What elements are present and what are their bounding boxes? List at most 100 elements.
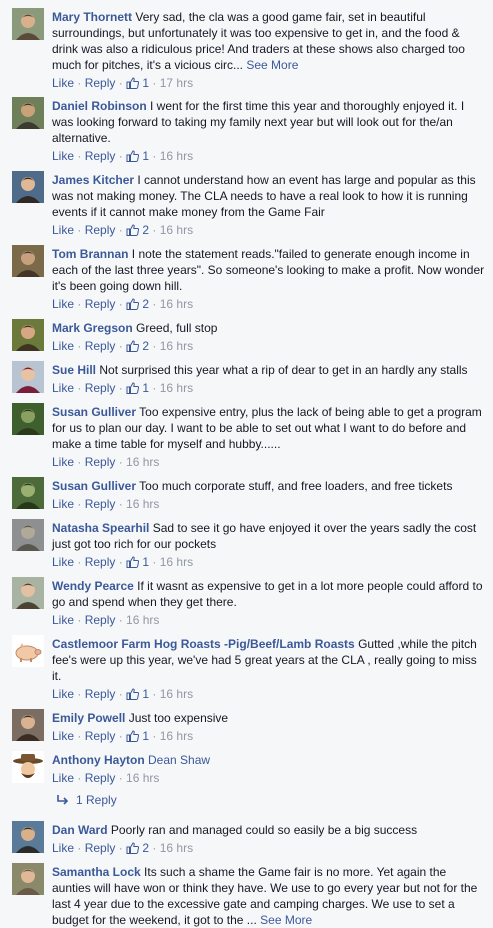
separator: · bbox=[115, 687, 127, 701]
like-button[interactable]: Like bbox=[52, 455, 74, 469]
thumbs-up-icon[interactable] bbox=[126, 150, 140, 162]
like-count[interactable]: 1 bbox=[139, 555, 149, 569]
avatar[interactable] bbox=[12, 751, 44, 783]
like-count[interactable]: 1 bbox=[139, 729, 149, 743]
commenter-name[interactable]: Castlemoor Farm Hog Roasts -Pig/Beef/Lam… bbox=[52, 637, 355, 651]
reply-button[interactable]: Reply bbox=[85, 729, 116, 743]
commenter-name[interactable]: Anthony Hayton bbox=[52, 753, 145, 767]
commenter-name[interactable]: Tom Brannan bbox=[52, 247, 128, 261]
avatar[interactable] bbox=[12, 577, 44, 609]
timestamp[interactable]: 16 hrs bbox=[126, 455, 159, 469]
avatar[interactable] bbox=[12, 477, 44, 509]
timestamp[interactable]: 16 hrs bbox=[160, 555, 193, 569]
commenter-name[interactable]: James Kitcher bbox=[52, 173, 134, 187]
like-count[interactable]: 1 bbox=[139, 687, 149, 701]
commenter-name[interactable]: Mary Thornett bbox=[52, 10, 132, 24]
like-count[interactable]: 2 bbox=[139, 223, 149, 237]
thumbs-up-icon[interactable] bbox=[126, 77, 140, 89]
reply-button[interactable]: Reply bbox=[85, 613, 116, 627]
replies-count-label[interactable]: 1 Reply bbox=[76, 793, 117, 807]
reply-button[interactable]: Reply bbox=[85, 771, 116, 785]
like-button[interactable]: Like bbox=[52, 339, 74, 353]
thumbs-up-icon[interactable] bbox=[126, 382, 140, 394]
timestamp[interactable]: 16 hrs bbox=[160, 687, 193, 701]
reply-button[interactable]: Reply bbox=[85, 555, 116, 569]
timestamp[interactable]: 16 hrs bbox=[126, 497, 159, 511]
thumbs-up-icon[interactable] bbox=[126, 298, 140, 310]
thumbs-up-icon[interactable] bbox=[126, 224, 140, 236]
like-button[interactable]: Like bbox=[52, 381, 74, 395]
tagged-user-link[interactable]: Dean Shaw bbox=[148, 753, 210, 767]
commenter-name[interactable]: Emily Powell bbox=[52, 711, 125, 725]
comment-actions: Like · Reply · 1 · 17 hrs bbox=[52, 75, 485, 91]
commenter-name[interactable]: Samantha Lock bbox=[52, 865, 141, 879]
avatar[interactable] bbox=[12, 8, 44, 40]
reply-button[interactable]: Reply bbox=[85, 381, 116, 395]
like-count[interactable]: 1 bbox=[139, 149, 149, 163]
reply-button[interactable]: Reply bbox=[85, 455, 116, 469]
thumbs-up-icon[interactable] bbox=[126, 730, 140, 742]
avatar[interactable] bbox=[12, 519, 44, 551]
like-button[interactable]: Like bbox=[52, 223, 74, 237]
like-button[interactable]: Like bbox=[52, 555, 74, 569]
avatar[interactable] bbox=[12, 171, 44, 203]
like-count[interactable]: 2 bbox=[139, 339, 149, 353]
reply-button[interactable]: Reply bbox=[85, 687, 116, 701]
timestamp[interactable]: 16 hrs bbox=[160, 729, 193, 743]
like-button[interactable]: Like bbox=[52, 687, 74, 701]
like-button[interactable]: Like bbox=[52, 149, 74, 163]
like-button[interactable]: Like bbox=[52, 76, 74, 90]
thumbs-up-icon[interactable] bbox=[126, 340, 140, 352]
reply-button[interactable]: Reply bbox=[85, 297, 116, 311]
like-count[interactable]: 2 bbox=[139, 841, 149, 855]
timestamp[interactable]: 16 hrs bbox=[160, 149, 193, 163]
commenter-name[interactable]: Susan Gulliver bbox=[52, 405, 136, 419]
commenter-name[interactable]: Susan Gulliver bbox=[52, 479, 136, 493]
avatar[interactable] bbox=[12, 97, 44, 129]
timestamp[interactable]: 17 hrs bbox=[160, 76, 193, 90]
like-button[interactable]: Like bbox=[52, 613, 74, 627]
commenter-name[interactable]: Natasha Spearhil bbox=[52, 521, 149, 535]
separator: · bbox=[149, 729, 160, 743]
thumbs-up-icon[interactable] bbox=[126, 556, 140, 568]
timestamp[interactable]: 16 hrs bbox=[160, 841, 193, 855]
timestamp[interactable]: 16 hrs bbox=[160, 339, 193, 353]
like-button[interactable]: Like bbox=[52, 841, 74, 855]
avatar[interactable] bbox=[12, 361, 44, 393]
commenter-name[interactable]: Dan Ward bbox=[52, 823, 108, 837]
timestamp[interactable]: 16 hrs bbox=[126, 613, 159, 627]
commenter-name[interactable]: Daniel Robinson bbox=[52, 99, 147, 113]
avatar[interactable] bbox=[12, 403, 44, 435]
avatar[interactable] bbox=[12, 245, 44, 277]
reply-button[interactable]: Reply bbox=[85, 339, 116, 353]
like-count[interactable]: 2 bbox=[139, 297, 149, 311]
like-button[interactable]: Like bbox=[52, 497, 74, 511]
commenter-name[interactable]: Wendy Pearce bbox=[52, 579, 134, 593]
like-button[interactable]: Like bbox=[52, 771, 74, 785]
commenter-name[interactable]: Sue Hill bbox=[52, 363, 96, 377]
like-button[interactable]: Like bbox=[52, 297, 74, 311]
like-button[interactable]: Like bbox=[52, 729, 74, 743]
reply-button[interactable]: Reply bbox=[85, 841, 116, 855]
reply-button[interactable]: Reply bbox=[85, 76, 116, 90]
like-count[interactable]: 1 bbox=[139, 381, 149, 395]
reply-button[interactable]: Reply bbox=[85, 223, 116, 237]
commenter-name[interactable]: Mark Gregson bbox=[52, 321, 133, 335]
like-count[interactable]: 1 bbox=[139, 76, 149, 90]
see-more-link[interactable]: See More bbox=[260, 913, 312, 927]
see-more-link[interactable]: See More bbox=[246, 58, 298, 72]
page-logo-avatar[interactable] bbox=[12, 635, 44, 667]
view-replies-link[interactable]: 1 Reply bbox=[0, 792, 117, 808]
timestamp[interactable]: 16 hrs bbox=[126, 771, 159, 785]
avatar[interactable] bbox=[12, 863, 44, 895]
avatar[interactable] bbox=[12, 709, 44, 741]
thumbs-up-icon[interactable] bbox=[126, 688, 140, 700]
timestamp[interactable]: 16 hrs bbox=[160, 297, 193, 311]
reply-button[interactable]: Reply bbox=[85, 149, 116, 163]
thumbs-up-icon[interactable] bbox=[126, 842, 140, 854]
avatar[interactable] bbox=[12, 319, 44, 351]
avatar[interactable] bbox=[12, 821, 44, 853]
reply-button[interactable]: Reply bbox=[85, 497, 116, 511]
timestamp[interactable]: 16 hrs bbox=[160, 223, 193, 237]
timestamp[interactable]: 16 hrs bbox=[160, 381, 193, 395]
